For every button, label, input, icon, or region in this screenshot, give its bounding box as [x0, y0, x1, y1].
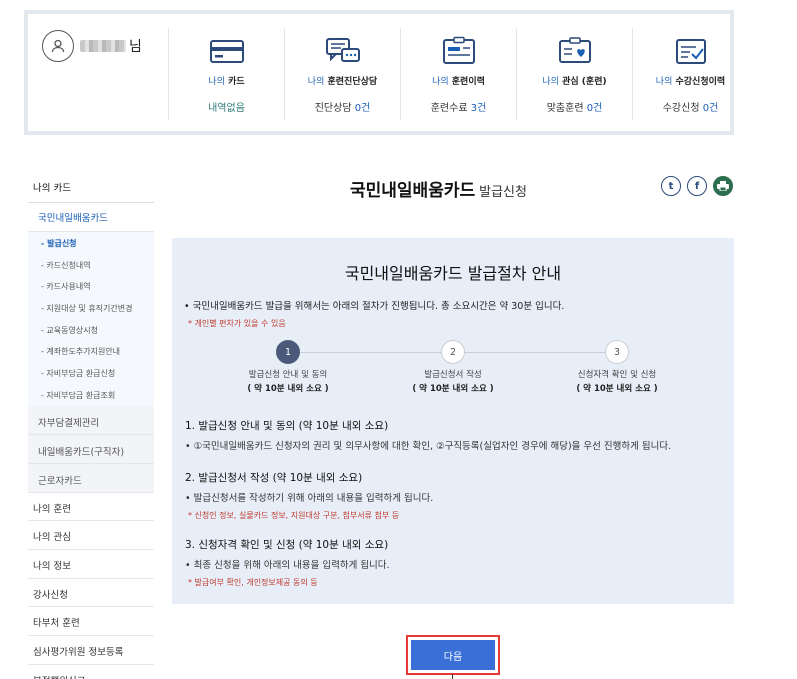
section-note: * 신청인 정보, 실물카드 정보, 지원대상 구분, 첨부서류 첨부 등	[188, 511, 400, 520]
stats-row: 나의 카드 내역없음 나의 훈련진단상담 진단상담 0건 나의 훈련이력 훈련수…	[168, 28, 748, 120]
twitter-icon[interactable]: t	[661, 176, 681, 196]
step-1: 1 발급신청 안내 및 동의 ( 약 10분 내외 소요 )	[223, 340, 353, 394]
stat-enrollment-history[interactable]: 나의 수강신청이력 수강신청 0건	[632, 28, 748, 120]
sidebar-item-my-training[interactable]: 나의 훈련	[28, 493, 154, 522]
step-label: 신청자격 확인 및 신청	[577, 370, 657, 380]
card-icon	[209, 40, 244, 63]
step-label: 발급신청서 작성	[424, 370, 482, 380]
stat-interest[interactable]: 나의 관심 (훈련) 맞춤훈련 0건	[516, 28, 632, 120]
stat-value-label: 수강신청	[662, 103, 703, 114]
heart-board-icon	[558, 37, 591, 63]
stat-consulting[interactable]: 나의 훈련진단상담 진단상담 0건	[284, 28, 400, 120]
section-body: • 최종 신청을 위해 아래의 내용을 입력하게 됩니다.	[185, 560, 390, 571]
sidebar-item-education-video[interactable]: - 교육동영상시청	[28, 319, 154, 341]
stat-title: 관심 (훈련)	[562, 77, 607, 87]
step-time: ( 약 10분 내외 소요 )	[412, 383, 494, 394]
sidebar-item-card-requests[interactable]: - 카드신청내역	[28, 254, 154, 276]
section-heading: 2. 발급신청서 작성 (약 10분 내외 소요)	[185, 472, 363, 484]
step-label: 발급신청 안내 및 동의	[248, 370, 328, 380]
section-body: • ①국민내일배움카드 신청자의 권리 및 의무사항에 대한 확인, ②구직등록…	[185, 441, 672, 452]
user-info: 님	[42, 30, 142, 62]
sidebar-item-reviewer-register[interactable]: 심사평가위원 정보등록	[28, 636, 154, 665]
stat-prefix: 나의	[655, 77, 673, 87]
stat-prefix: 나의	[208, 77, 225, 87]
guide-note: * 개인별 편차가 있을 수 있음	[188, 319, 286, 328]
step-number: 1	[276, 340, 300, 364]
stat-value-label: 맞춤훈련	[546, 103, 587, 114]
print-icon[interactable]	[713, 176, 733, 196]
sidebar-item-worker-card[interactable]: 근로자카드	[28, 463, 154, 493]
stat-title: 훈련진단상담	[327, 77, 378, 87]
sidebar-item-my-interest[interactable]: 나의 관심	[28, 521, 154, 550]
user-avatar-icon	[42, 30, 74, 62]
stat-title: 수강신청이력	[675, 77, 726, 87]
chat-bubbles-icon	[325, 38, 360, 62]
step-3: 3 신청자격 확인 및 신청 ( 약 10분 내외 소요 )	[552, 340, 682, 394]
stat-value-count: 0건	[586, 103, 603, 114]
page-title-main: 국민내일배움카드	[350, 181, 476, 201]
id-card-icon	[442, 36, 475, 64]
stat-value-label: 훈련수료	[430, 103, 471, 114]
facebook-icon[interactable]: f	[687, 176, 707, 196]
stat-prefix: 나의	[542, 77, 559, 87]
user-name-suffix: 님	[129, 39, 142, 55]
stat-value: 내역없음	[208, 103, 245, 114]
twitter-glyph: t	[668, 180, 674, 192]
sidebar-item-jobseeker-card[interactable]: 내일배움카드(구직자)	[28, 434, 154, 464]
stat-prefix: 나의	[432, 77, 449, 87]
section-heading: 1. 발급신청 안내 및 동의 (약 10분 내외 소요)	[185, 420, 389, 432]
guide-title: 국민내일배움카드 발급절차 안내	[344, 264, 562, 283]
stat-training-history[interactable]: 나의 훈련이력 훈련수료 3건	[400, 28, 516, 120]
guide-section-1: 1. 발급신청 안내 및 동의 (약 10분 내외 소요) • ①국민내일배움카…	[185, 418, 671, 452]
sidebar-item-apply[interactable]: - 발급신청	[28, 232, 154, 254]
step-time: ( 약 10분 내외 소요 )	[576, 383, 658, 394]
checklist-icon	[675, 39, 706, 64]
stat-value-count: 0건	[354, 103, 371, 114]
step-number: 2	[441, 340, 465, 364]
next-button-highlight: 다음	[406, 635, 500, 675]
guide-intro: • 국민내일배움카드 발급을 위해서는 아래의 절차가 진행됩니다. 총 소요시…	[184, 301, 565, 312]
sidebar-item-fraud-report[interactable]: 부정행위신고	[28, 665, 154, 679]
stat-prefix: 나의	[307, 77, 325, 87]
step-number: 3	[605, 340, 629, 364]
sidebar-item-other-ministry[interactable]: 타부처 훈련	[28, 607, 154, 636]
section-body: • 발급신청서를 작성하기 위해 아래의 내용을 입력하게 됩니다.	[185, 493, 434, 504]
sidebar-item-eligibility-change[interactable]: - 지원대상 및 휴직기간변경	[28, 297, 154, 319]
step-time: ( 약 10분 내외 소요 )	[247, 383, 329, 394]
sidebar-item-national-card[interactable]: 국민내일배움카드	[28, 203, 154, 232]
page-title: 국민내일배움카드 발급신청	[350, 176, 527, 201]
sidebar-submenu: - 발급신청 - 카드신청내역 - 카드사용내역 - 지원대상 및 휴직기간변경…	[28, 232, 154, 406]
blurred-user-name	[80, 40, 126, 52]
page-title-sub: 발급신청	[479, 185, 527, 200]
stat-title: 카드	[228, 77, 245, 87]
sidebar-item-my-info[interactable]: 나의 정보	[28, 550, 154, 579]
facebook-glyph: f	[694, 180, 700, 192]
stat-value-label: 진단상담	[314, 103, 355, 114]
sidebar-item-limit-extension[interactable]: - 계좌한도추가지원안내	[28, 340, 154, 362]
guide-section-3: 3. 신청자격 확인 및 신청 (약 10분 내외 소요) • 최종 신청을 위…	[185, 537, 390, 588]
sidebar-item-my-card[interactable]: 나의 카드	[28, 172, 154, 203]
stat-my-card[interactable]: 나의 카드 내역없음	[168, 28, 284, 120]
sidebar-item-refund-inquiry[interactable]: - 자비부담금 환급조회	[28, 384, 154, 406]
stat-value-count: 3건	[470, 103, 487, 114]
sidebar-item-instructor-apply[interactable]: 강사신청	[28, 579, 154, 608]
step-2: 2 발급신청서 작성 ( 약 10분 내외 소요 )	[388, 340, 518, 394]
next-button[interactable]: 다음	[411, 640, 495, 670]
guide-section-2: 2. 발급신청서 작성 (약 10분 내외 소요) • 발급신청서를 작성하기 …	[185, 470, 433, 521]
guide-panel: 국민내일배움카드 발급절차 안내 • 국민내일배움카드 발급을 위해서는 아래의…	[172, 238, 734, 604]
section-note: * 발급여부 확인, 개인정보제공 동의 등	[188, 578, 318, 587]
stat-value-count: 0건	[702, 103, 719, 114]
my-summary-box: 님 나의 카드 내역없음 나의 훈련진단상담 진단상담 0건 나의 훈련이력 훈…	[24, 10, 734, 135]
sidebar-item-self-payment[interactable]: 자부담결제관리	[28, 405, 154, 435]
section-heading: 3. 신청자격 확인 및 신청 (약 10분 내외 소요)	[185, 539, 389, 551]
stat-title: 훈련이력	[451, 77, 485, 87]
pointer-indicator	[452, 674, 453, 679]
sidebar-item-refund-request[interactable]: - 자비부담금 환급신청	[28, 362, 154, 384]
sidebar-item-card-usage[interactable]: - 카드사용내역	[28, 275, 154, 297]
sidebar-nav: 나의 카드 국민내일배움카드 - 발급신청 - 카드신청내역 - 카드사용내역 …	[28, 172, 154, 679]
